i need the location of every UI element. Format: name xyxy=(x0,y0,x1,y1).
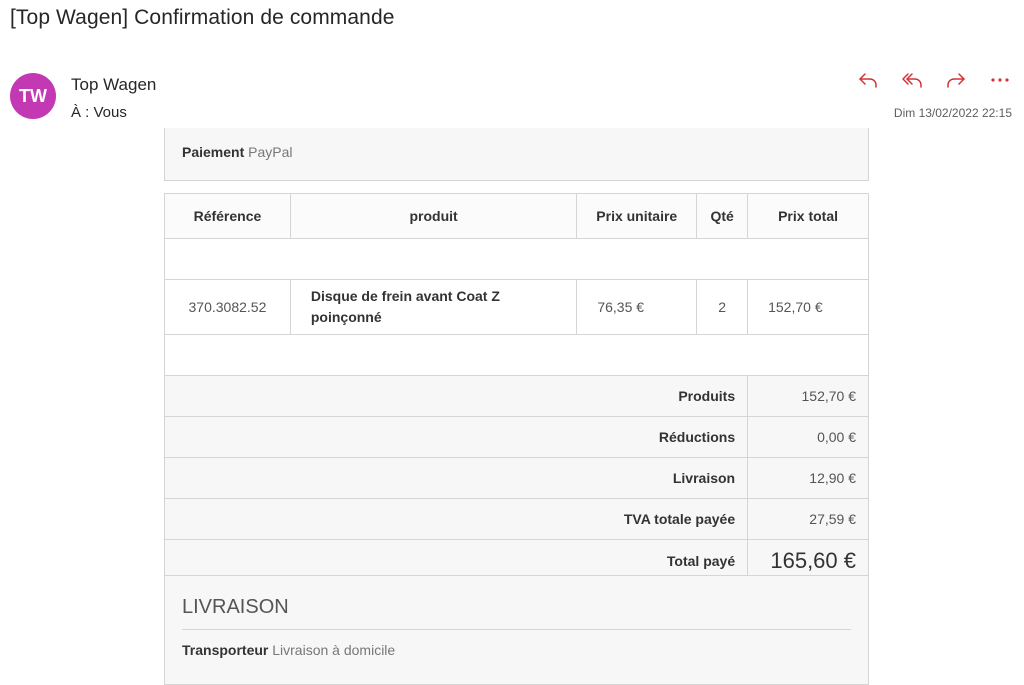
reply-icon xyxy=(859,73,877,88)
summary-label: TVA totale payée xyxy=(163,498,749,540)
more-actions-button[interactable] xyxy=(988,70,1012,90)
shipping-box: LIVRAISON Transporteur Livraison à domic… xyxy=(164,575,869,685)
summary-label: Produits xyxy=(163,375,749,417)
summary-label: Livraison xyxy=(163,457,749,499)
more-icon xyxy=(991,78,1009,82)
summary-row-products: Produits 152,70 € xyxy=(163,375,869,417)
payment-label: Paiement xyxy=(182,144,245,160)
summary-value: 12,90 € xyxy=(747,457,869,499)
header-product: produit xyxy=(289,193,578,239)
item-reference: 370.3082.52 xyxy=(164,279,291,335)
summary-value: 152,70 € xyxy=(747,375,869,417)
email-body: Paiement PayPal Référence produit Prix u… xyxy=(163,128,869,685)
summary-row-discounts: Réductions 0,00 € xyxy=(163,416,869,458)
summary-value: 0,00 € xyxy=(747,416,869,458)
header-unit-price: Prix unitaire xyxy=(576,193,698,239)
order-table: Référence produit Prix unitaire Qté Prix… xyxy=(163,193,869,583)
summary-value: 27,59 € xyxy=(747,498,869,540)
item-unit-price: 76,35 € xyxy=(576,279,698,335)
spacer-row xyxy=(164,334,869,376)
item-total: 152,70 € xyxy=(747,279,869,335)
reply-button[interactable] xyxy=(856,70,880,90)
summary-label: Réductions xyxy=(163,416,749,458)
header-quantity: Qté xyxy=(696,193,749,239)
summary-row-tax: TVA totale payée 27,59 € xyxy=(163,498,869,540)
sender-name[interactable]: Top Wagen xyxy=(71,75,156,95)
forward-button[interactable] xyxy=(944,70,968,90)
header-reference: Référence xyxy=(164,193,291,239)
avatar[interactable]: TW xyxy=(10,73,56,119)
message-date: Dim 13/02/2022 22:15 xyxy=(893,106,1012,120)
payment-box: Paiement PayPal xyxy=(164,128,869,181)
reply-all-icon xyxy=(902,73,922,88)
carrier-label: Transporteur xyxy=(182,642,269,658)
summary-row-shipping: Livraison 12,90 € xyxy=(163,457,869,499)
message-actions xyxy=(856,70,1012,90)
spacer-row xyxy=(164,238,869,280)
carrier-value: Livraison à domicile xyxy=(272,642,396,658)
forward-icon xyxy=(947,73,965,88)
email-subject: [Top Wagen] Confirmation de commande xyxy=(10,6,395,29)
header-total-price: Prix total xyxy=(747,193,869,239)
reply-all-button[interactable] xyxy=(900,70,924,90)
item-quantity: 2 xyxy=(696,279,749,335)
shipping-title: LIVRAISON xyxy=(182,596,851,630)
payment-value: PayPal xyxy=(248,144,293,160)
carrier-line: Transporteur Livraison à domicile xyxy=(182,642,851,658)
recipient-line: À : Vous xyxy=(71,104,127,121)
item-product: Disque de frein avant Coat Z poinçonné xyxy=(289,279,578,335)
table-row: 370.3082.52 Disque de frein avant Coat Z… xyxy=(164,279,869,335)
table-header-row: Référence produit Prix unitaire Qté Prix… xyxy=(164,193,869,239)
